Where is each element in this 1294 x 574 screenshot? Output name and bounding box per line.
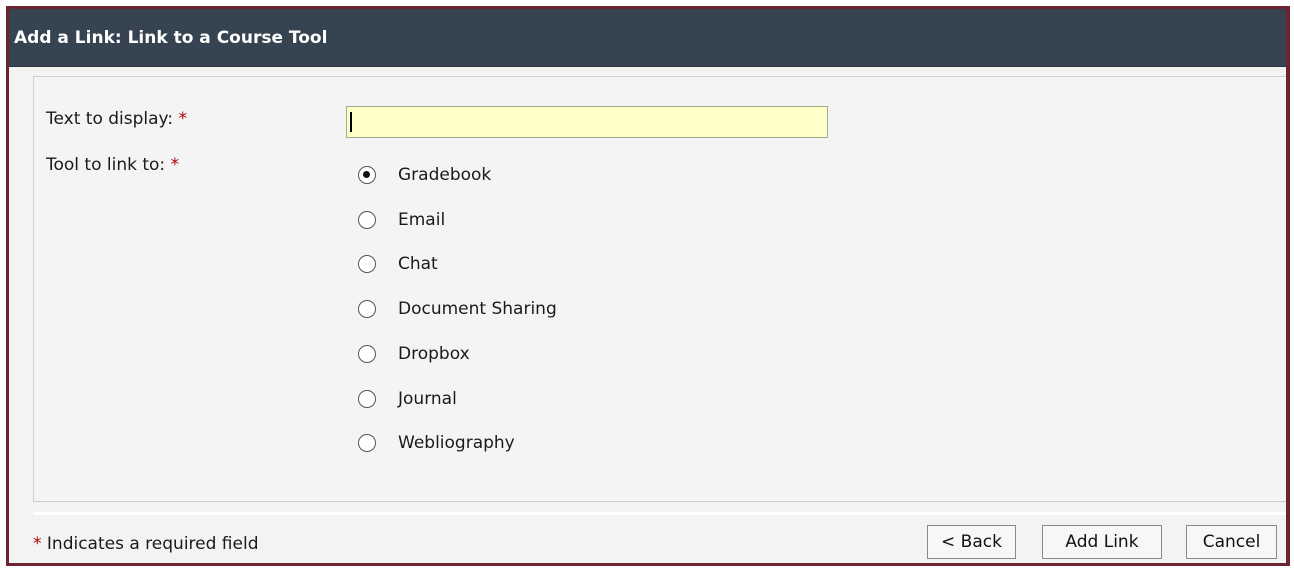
radio-gradebook[interactable]	[358, 166, 376, 184]
text-to-display-input[interactable]	[346, 106, 828, 138]
tool-option-webliography[interactable]: Webliography	[358, 430, 515, 456]
tool-option-label: Document Sharing	[398, 299, 557, 319]
tool-option-document-sharing[interactable]: Document Sharing	[358, 296, 557, 322]
radio-webliography[interactable]	[358, 434, 376, 452]
add-link-button[interactable]: Add Link	[1042, 525, 1162, 559]
tool-option-label: Gradebook	[398, 165, 492, 185]
required-asterisk: *	[178, 109, 188, 129]
required-field-note: * Indicates a required field	[33, 534, 259, 554]
tool-option-label: Email	[398, 210, 446, 230]
dialog-title: Add a Link: Link to a Course Tool	[14, 28, 328, 48]
radio-journal[interactable]	[358, 390, 376, 408]
cancel-button[interactable]: Cancel	[1186, 525, 1277, 559]
radio-document-sharing[interactable]	[358, 300, 376, 318]
text-caret	[350, 112, 352, 132]
tool-option-label: Webliography	[398, 433, 515, 453]
tool-option-label: Journal	[398, 389, 457, 409]
tool-option-gradebook[interactable]: Gradebook	[358, 162, 491, 188]
tool-option-chat[interactable]: Chat	[358, 251, 438, 277]
back-button[interactable]: < Back	[927, 525, 1016, 559]
required-asterisk: *	[170, 155, 180, 175]
radio-dropbox[interactable]	[358, 345, 376, 363]
text-to-display-label: Text to display: *	[46, 109, 188, 129]
tool-to-link-label: Tool to link to: *	[46, 155, 180, 175]
radio-chat[interactable]	[358, 255, 376, 273]
footer-divider	[33, 512, 1286, 515]
tool-option-label: Chat	[398, 254, 438, 274]
add-link-dialog: Add a Link: Link to a Course Tool Text t…	[6, 6, 1290, 566]
radio-email[interactable]	[358, 211, 376, 229]
dialog-title-bar: Add a Link: Link to a Course Tool	[9, 9, 1286, 67]
required-asterisk: *	[33, 534, 42, 554]
form-panel: Text to display: * Tool to link to: * Gr…	[33, 76, 1286, 502]
tool-option-dropbox[interactable]: Dropbox	[358, 341, 470, 367]
tool-option-journal[interactable]: Journal	[358, 386, 457, 412]
tool-option-label: Dropbox	[398, 344, 470, 364]
tool-option-email[interactable]: Email	[358, 207, 445, 233]
